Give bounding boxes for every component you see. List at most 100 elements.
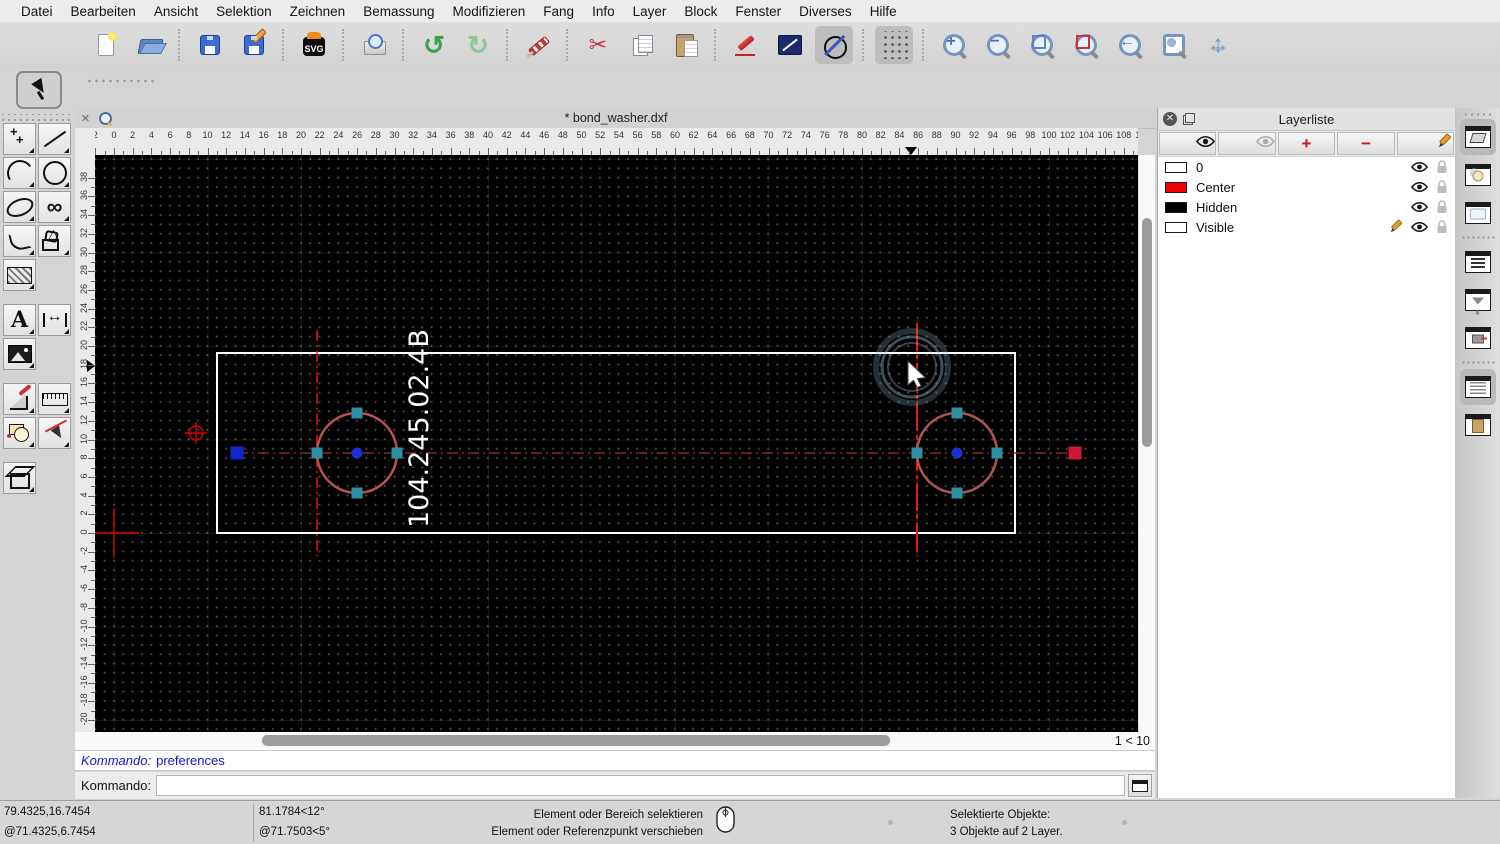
layer-lock-icon[interactable] [1432,160,1452,174]
edit-pen-button[interactable] [727,26,765,64]
horizontal-scrollbar[interactable]: 1 < 10 [75,732,1155,750]
washer-plate-outline[interactable] [216,352,1016,534]
copy-button[interactable] [623,26,661,64]
part-number-text[interactable]: 104.245.02.4B [404,329,435,528]
menu-item[interactable]: Diverses [790,4,861,19]
menu-item[interactable]: Bemassung [354,4,443,19]
zoom-pan-button[interactable]: ↔ ↕ [1199,26,1237,64]
layer-row[interactable]: Center [1158,177,1455,197]
hide-all-layers-button[interactable] [1218,132,1276,155]
save-button[interactable] [191,26,229,64]
menu-item[interactable]: Datei [12,4,62,19]
zoom-auto-button[interactable] [1023,26,1061,64]
ruler-label: 102 [1060,130,1076,140]
quick-info-dock-button[interactable] [1460,320,1496,356]
ruler-label: 12 [79,414,89,425]
toggle-command-widget-button[interactable] [1128,774,1152,797]
command-input[interactable] [156,775,1125,796]
export-svg-button[interactable]: SVG [295,26,333,64]
add-layer-button[interactable]: + [1277,132,1336,155]
menu-item[interactable]: Info [583,4,624,19]
measure-tool[interactable] [38,383,71,415]
layer-row[interactable]: 0 [1158,157,1455,177]
library-browser-dock-button[interactable] [1460,195,1496,231]
menu-item[interactable]: Selektion [207,4,281,19]
right-circle-center-handle[interactable] [951,447,963,459]
centerline-end-handle[interactable] [1068,446,1082,460]
zoom-window-button[interactable] [1067,26,1105,64]
ruler-label: 92 [969,130,980,140]
selection-filter-dock-button[interactable] [1460,282,1496,318]
menu-item[interactable]: Fang [534,4,583,19]
layer-list-dock-button[interactable] [1459,119,1496,155]
solid-tool[interactable] [3,462,36,494]
undo-button[interactable]: ↺ [415,26,453,64]
menu-item[interactable]: Ansicht [145,4,207,19]
save-as-button[interactable] [235,26,273,64]
zoom-out-button[interactable]: − [979,26,1017,64]
layer-visibility-icon[interactable] [1409,201,1429,213]
ruler-tick [918,148,920,155]
block-list-dock-button[interactable] [1460,157,1496,193]
dimension-tool[interactable]: ↔ [38,304,71,336]
menu-item[interactable]: Bearbeiten [62,4,145,19]
select-entity-tool[interactable] [38,417,71,449]
menu-item[interactable]: Layer [624,4,676,19]
menu-item[interactable]: Modifizieren [444,4,535,19]
layer-row[interactable]: Visible [1158,217,1455,237]
line-tool[interactable] [38,123,71,155]
vertical-scrollbar[interactable] [1138,155,1155,732]
print-preview-button[interactable] [355,26,393,64]
menu-item[interactable]: Zeichnen [281,4,355,19]
clipboard-dock-button[interactable] [1460,407,1496,443]
image-tool[interactable] [3,338,36,370]
layer-visibility-icon[interactable] [1409,161,1429,173]
horizontal-scrollbar-thumb[interactable] [262,735,890,746]
layer-lock-icon[interactable] [1432,200,1452,214]
new-file-button[interactable] [87,26,125,64]
text-tool[interactable]: A [3,304,36,336]
points-tool[interactable]: + + [3,123,36,155]
left-circle-center-handle[interactable] [351,447,363,459]
ruler-tick [375,148,377,155]
cut-button[interactable]: ✂ [579,26,617,64]
modify-tool[interactable] [3,383,36,415]
ellipse-tool[interactable] [3,191,36,223]
layer-visibility-icon[interactable] [1409,221,1429,233]
circle-tool[interactable] [38,157,71,189]
centerline-start-handle[interactable] [230,446,244,460]
remove-layer-button[interactable]: − [1337,132,1395,155]
vertical-scrollbar-thumb[interactable] [1142,218,1152,447]
ruler-tick [114,148,115,155]
menu-item[interactable]: Fenster [726,4,790,19]
ruler-tick [450,148,452,155]
layer-visibility-icon[interactable] [1409,181,1429,193]
open-file-button[interactable] [131,26,169,64]
pen-palette-dock-button[interactable] [1460,244,1496,280]
drawing-canvas[interactable]: 104.245.02.4B [95,155,1138,732]
edit-layer-button[interactable] [1396,132,1455,155]
block-tool[interactable] [3,417,36,449]
zoom-previous-button[interactable]: ← [1111,26,1149,64]
redo-button[interactable]: ↻ [459,26,497,64]
layer-lock-icon[interactable] [1432,220,1452,234]
zoom-view-button[interactable] [1155,26,1193,64]
zoom-in-button[interactable]: + [935,26,973,64]
shapes-tool[interactable]: △ [38,225,71,257]
arc-tool[interactable] [3,157,36,189]
polyline-tool[interactable] [3,225,36,257]
attributes-button[interactable] [771,26,809,64]
spline-tool[interactable]: ∞ [38,191,71,223]
menu-item[interactable]: Hilfe [861,4,906,19]
delete-button[interactable] [519,26,557,64]
command-line-dock-button[interactable] [1459,369,1496,405]
grid-toggle-button[interactable] [875,26,913,64]
paste-button[interactable] [667,26,705,64]
menu-item[interactable]: Block [675,4,726,19]
select-tool-button[interactable] [16,71,62,109]
show-all-layers-button[interactable] [1159,132,1217,155]
hatch-tool[interactable] [3,259,36,291]
layer-row[interactable]: Hidden [1158,197,1455,217]
draw-order-button[interactable] [815,26,853,64]
layer-lock-icon[interactable] [1432,180,1452,194]
